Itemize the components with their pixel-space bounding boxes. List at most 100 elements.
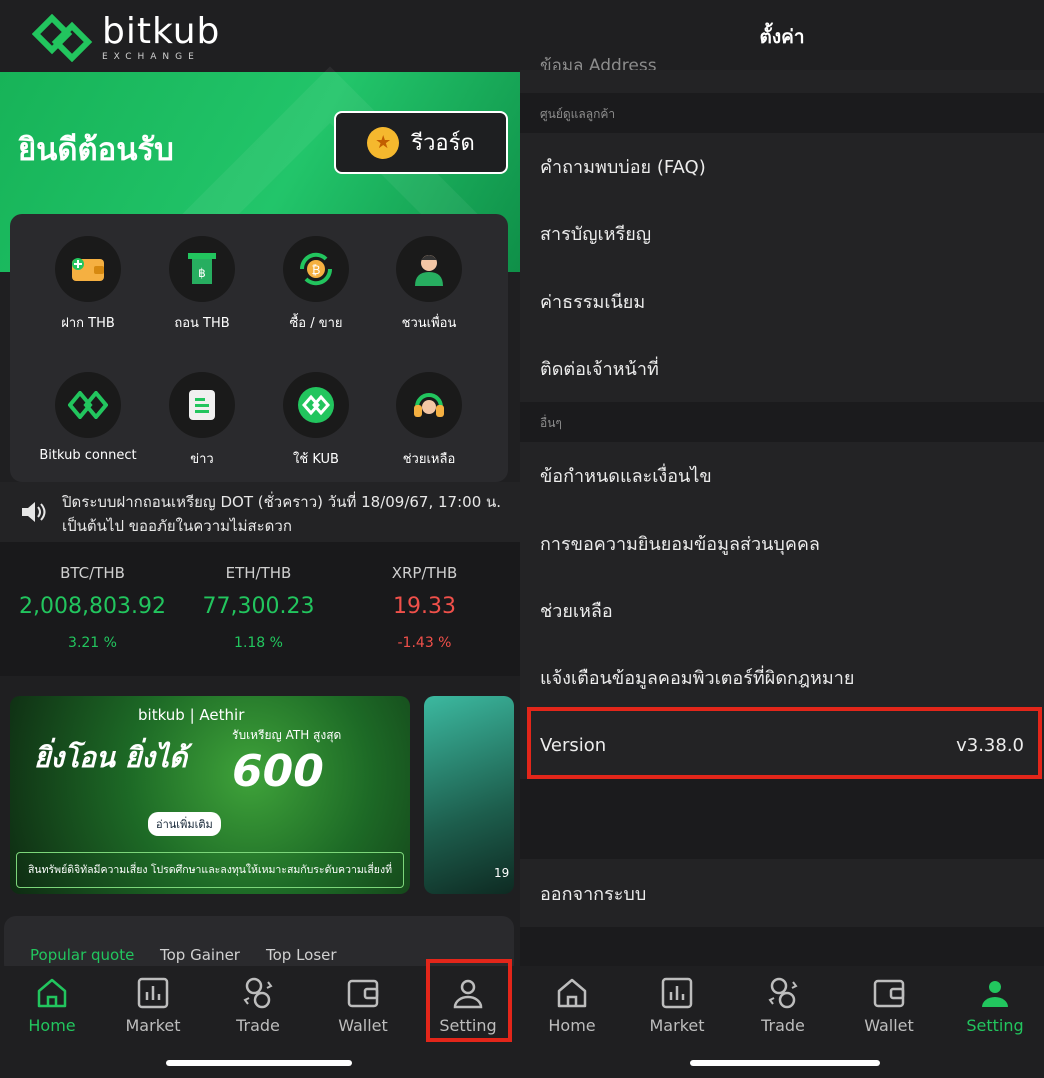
tab-label: Home bbox=[548, 1016, 596, 1035]
banner-slogan: ยิ่งโอน ยิ่งได้ bbox=[34, 741, 188, 774]
section-customer-support: ศูนย์ดูแลลูกค้า bbox=[520, 93, 1044, 133]
tab-label: Market bbox=[125, 1016, 181, 1035]
reward-button[interactable]: ★ รีวอร์ด bbox=[334, 111, 508, 174]
row-fees[interactable]: ค่าธรรมเนียม bbox=[520, 268, 1044, 335]
tab-market[interactable]: Market bbox=[625, 966, 729, 1035]
logo-sub: EXCHANGE bbox=[102, 52, 200, 62]
tab-home[interactable]: Home bbox=[0, 966, 104, 1035]
menu-label: ชวนเพื่อน bbox=[401, 316, 457, 331]
menu-deposit-thb[interactable]: ฝาก THB bbox=[33, 236, 143, 333]
tab-setting[interactable]: Setting bbox=[943, 966, 1044, 1035]
menu-label: ถอน THB bbox=[174, 316, 230, 331]
settings-header: ตั้งค่า ข้อมูล Address bbox=[520, 0, 1044, 70]
setting-tab-highlight bbox=[426, 959, 512, 1042]
bitkub-connect-icon bbox=[55, 372, 121, 438]
address-row-partial[interactable]: ข้อมูล Address bbox=[540, 52, 657, 70]
ticker-btc[interactable]: BTC/THB 2,008,803.92 3.21 % bbox=[6, 564, 179, 651]
tab-label: Setting bbox=[966, 1016, 1024, 1035]
section-spacer-bottom bbox=[520, 927, 1044, 967]
quick-menu: ฝาก THB ฿ ถอน THB ₿ ซื้อ / ขาย ชวนเพื่อน… bbox=[10, 214, 508, 482]
row-privacy-consent[interactable]: การขอความยินยอมข้อมูลส่วนบุคคล bbox=[520, 510, 1044, 577]
row-logout[interactable]: ออกจากระบบ bbox=[520, 859, 1044, 927]
home-indicator bbox=[166, 1060, 352, 1066]
menu-label: ใช้ KUB bbox=[293, 452, 339, 467]
ticker-price: 77,300.23 bbox=[202, 594, 315, 619]
announcement-bar[interactable]: ปิดระบบฝากถอนเหรียญ DOT (ชั่วคราว) วันที… bbox=[0, 482, 520, 542]
row-contact-staff[interactable]: ติดต่อเจ้าหน้าที่ bbox=[520, 335, 1044, 402]
menu-label: ช่วยเหลือ bbox=[402, 452, 456, 467]
ticker-change: 3.21 % bbox=[68, 635, 117, 651]
speaker-icon bbox=[22, 502, 46, 522]
reward-label: รีวอร์ด bbox=[411, 131, 475, 156]
ticker-pair: XRP/THB bbox=[391, 564, 458, 582]
tab-top-loser[interactable]: Top Loser bbox=[266, 946, 337, 964]
wallet-deposit-icon bbox=[55, 236, 121, 302]
menu-support[interactable]: ช่วยเหลือ bbox=[374, 372, 484, 469]
tab-label: Wallet bbox=[338, 1016, 388, 1035]
tab-label: Trade bbox=[236, 1016, 280, 1035]
page-title: ตั้งค่า bbox=[759, 26, 805, 48]
tab-trade[interactable]: Trade bbox=[206, 966, 310, 1035]
menu-buy-sell[interactable]: ₿ ซื้อ / ขาย bbox=[261, 236, 371, 333]
row-coin-index[interactable]: สารบัญเหรียญ bbox=[520, 200, 1044, 267]
section-other: อื่นๆ bbox=[520, 402, 1044, 442]
brand-header: bitkub EXCHANGE bbox=[0, 0, 520, 72]
market-chart-icon bbox=[661, 977, 693, 1009]
ticker-eth[interactable]: ETH/THB 77,300.23 1.18 % bbox=[172, 564, 345, 651]
home-screen: bitkub EXCHANGE ยินดีต้อนรับ ★ รีวอร์ด ฝ… bbox=[0, 0, 520, 1078]
menu-invite-friend[interactable]: ชวนเพื่อน bbox=[374, 236, 484, 333]
home-icon bbox=[37, 978, 67, 1008]
menu-bitkub-connect[interactable]: Bitkub connect bbox=[33, 372, 143, 463]
banner-brand-line: bitkub | Aethir bbox=[138, 706, 245, 724]
tab-wallet[interactable]: Wallet bbox=[311, 966, 415, 1035]
menu-withdraw-thb[interactable]: ฿ ถอน THB bbox=[147, 236, 257, 333]
menu-news[interactable]: ข่าว bbox=[147, 372, 257, 469]
banner-headline: รับเหรียญ ATH สูงสุด bbox=[232, 728, 342, 742]
tab-popular-quote[interactable]: Popular quote bbox=[30, 946, 134, 964]
ticker-change: 1.18 % bbox=[234, 635, 283, 651]
star-coin-icon: ★ bbox=[367, 126, 400, 159]
menu-use-kub[interactable]: ใช้ KUB bbox=[261, 372, 371, 469]
svg-text:฿: ฿ bbox=[198, 266, 206, 280]
ticker-pair: BTC/THB bbox=[60, 564, 125, 582]
promo-banner-next[interactable]: 19 bbox=[424, 696, 514, 894]
home-icon bbox=[557, 978, 587, 1008]
withdraw-icon: ฿ bbox=[169, 236, 235, 302]
announcement-text: ปิดระบบฝากถอนเหรียญ DOT (ชั่วคราว) วันที… bbox=[62, 493, 502, 535]
ticker-change: -1.43 % bbox=[397, 635, 452, 651]
invite-friend-icon bbox=[396, 236, 462, 302]
banner-next-peek: 19 bbox=[494, 866, 510, 880]
bitkub-logo: bitkub EXCHANGE bbox=[32, 14, 220, 62]
banner-risk-disclaimer: สินทรัพย์ดิจิทัลมีความเสี่ยง โปรดศึกษาแล… bbox=[16, 852, 404, 888]
ticker-xrp[interactable]: XRP/THB 19.33 -1.43 % bbox=[338, 564, 511, 651]
wallet-icon bbox=[873, 979, 905, 1008]
trade-exchange-icon bbox=[768, 977, 798, 1009]
version-highlight bbox=[527, 707, 1042, 779]
tab-wallet[interactable]: Wallet bbox=[837, 966, 941, 1035]
menu-label: ซื้อ / ขาย bbox=[289, 316, 343, 331]
ticker-pair: ETH/THB bbox=[225, 564, 292, 582]
home-indicator bbox=[690, 1060, 880, 1066]
tab-home[interactable]: Home bbox=[520, 966, 624, 1035]
menu-label: ข่าว bbox=[190, 452, 214, 467]
tab-label: Home bbox=[28, 1016, 76, 1035]
row-illegal-content-report[interactable]: แจ้งเตือนข้อมูลคอมพิวเตอร์ที่ผิดกฎหมาย bbox=[520, 644, 1044, 711]
menu-label: Bitkub connect bbox=[39, 448, 137, 463]
section-spacer bbox=[520, 779, 1044, 859]
banner-read-more-button[interactable]: อ่านเพิ่มเติม bbox=[148, 812, 221, 836]
promo-banner-aethir[interactable]: bitkub | Aethir ยิ่งโอน ยิ่งได้ รับเหรีย… bbox=[10, 696, 410, 894]
row-terms[interactable]: ข้อกำหนดและเงื่อนไข bbox=[520, 442, 1044, 509]
user-icon bbox=[982, 981, 1008, 1007]
tab-market[interactable]: Market bbox=[101, 966, 205, 1035]
tab-top-gainer[interactable]: Top Gainer bbox=[160, 946, 240, 964]
tab-label: Wallet bbox=[864, 1016, 914, 1035]
svg-text:₿: ₿ bbox=[312, 263, 321, 277]
banner-amount: 600 bbox=[232, 746, 324, 797]
tab-trade[interactable]: Trade bbox=[731, 966, 835, 1035]
welcome-title: ยินดีต้อนรับ bbox=[18, 132, 174, 168]
settings-screen: ตั้งค่า ข้อมูล Address ศูนย์ดูแลลูกค้า ค… bbox=[520, 0, 1044, 1078]
logo-word: bitkub bbox=[102, 11, 221, 52]
tab-label: Market bbox=[649, 1016, 705, 1035]
row-help[interactable]: ช่วยเหลือ bbox=[520, 577, 1044, 644]
row-faq[interactable]: คำถามพบบ่อย (FAQ) bbox=[520, 133, 1044, 200]
